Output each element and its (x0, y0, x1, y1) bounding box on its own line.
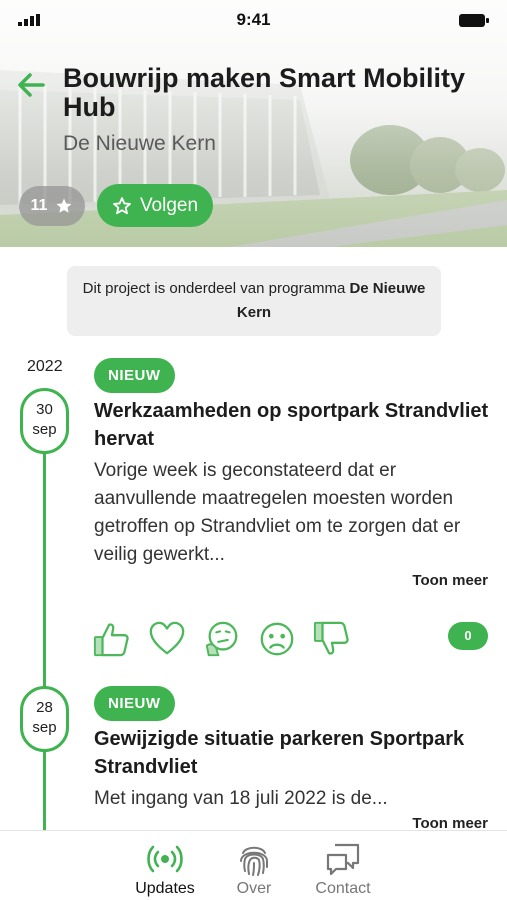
status-time: 9:41 (236, 10, 271, 29)
timeline-year: 2022 (27, 358, 63, 375)
news-title[interactable]: Gewijzigde situatie parkeren Sportpark S… (94, 725, 494, 781)
follow-button[interactable]: Volgen (97, 184, 213, 227)
date-day: 30 (36, 401, 53, 418)
program-banner[interactable]: Dit project is onderdeel van programma D… (67, 266, 441, 336)
battery-icon (459, 14, 489, 27)
sad-face-icon[interactable] (258, 620, 296, 658)
new-badge: NIEUW (94, 358, 175, 393)
date-day: 28 (36, 699, 53, 716)
date-badge: 30 sep (20, 388, 69, 454)
nav-label: Updates (135, 880, 195, 897)
new-badge: NIEUW (94, 686, 175, 721)
news-item[interactable]: NIEUW Werkzaamheden op sportpark Strandv… (94, 358, 494, 569)
date-month: sep (32, 421, 57, 438)
back-arrow-icon[interactable] (16, 70, 46, 100)
news-item[interactable]: NIEUW Gewijzigde situatie parkeren Sport… (94, 686, 494, 813)
timeline-line (43, 440, 46, 830)
nav-label: Contact (315, 880, 371, 897)
star-filled-icon (56, 198, 72, 213)
date-badge: 28 sep (20, 686, 69, 752)
follow-label: Volgen (139, 194, 199, 216)
thumbs-down-icon[interactable] (313, 620, 351, 658)
program-banner-text: Dit project is onderdeel van programma (82, 280, 350, 297)
thinking-icon[interactable] (203, 620, 241, 658)
news-excerpt: Met ingang van 18 juli 2022 is de... (94, 788, 388, 809)
thumbs-up-icon[interactable] (93, 620, 131, 658)
bottom-navigation: Updates Over Contact (0, 830, 507, 900)
favorites-count: 11 (30, 197, 48, 214)
star-outline-icon (113, 196, 131, 214)
broadcast-icon (147, 845, 183, 873)
reaction-bar (93, 618, 393, 660)
comment-count-badge[interactable]: 0 (448, 622, 488, 650)
heart-icon[interactable] (148, 620, 186, 658)
news-excerpt: Vorige week is geconstateerd dat er aanv… (94, 460, 461, 565)
show-more-link[interactable]: Toon meer (412, 572, 488, 589)
status-bar: 9:41 (0, 0, 507, 40)
favorites-count-button[interactable]: 11 (19, 186, 85, 226)
news-title[interactable]: Werkzaamheden op sportpark Strandvliet h… (94, 397, 494, 453)
page-subtitle: De Nieuwe Kern (63, 132, 216, 155)
nav-label: Over (236, 880, 272, 897)
date-month: sep (32, 719, 57, 736)
fingerprint-icon (240, 846, 268, 876)
nav-tab-contact[interactable]: Contact (298, 831, 388, 900)
page-title: Bouwrijp maken Smart Mobility Hub (63, 63, 466, 122)
chat-bubbles-icon (326, 843, 360, 876)
nav-tab-over[interactable]: Over (209, 831, 299, 900)
nav-tab-updates[interactable]: Updates (120, 831, 210, 900)
